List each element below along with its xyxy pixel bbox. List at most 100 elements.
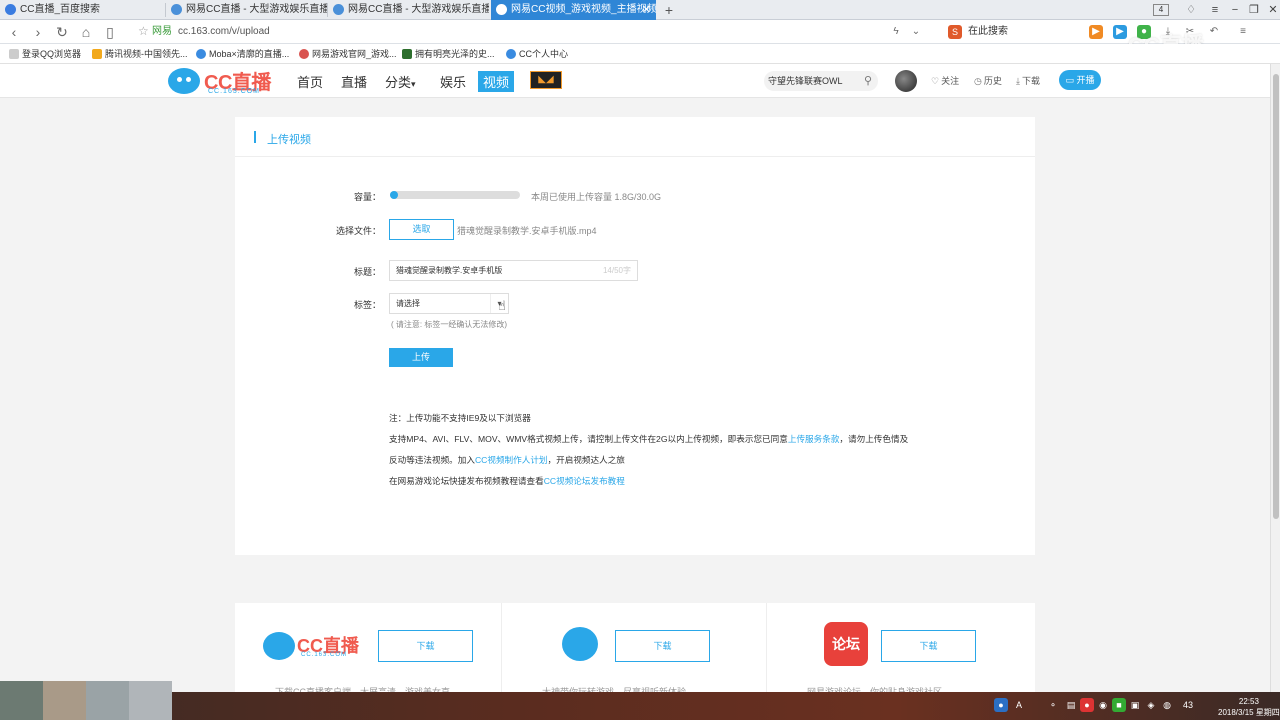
tray-icon[interactable]: ◍ — [1160, 698, 1174, 712]
dropdown-chevron-icon[interactable]: ⌄ — [906, 20, 926, 44]
volume-indicator[interactable]: 43 — [1178, 698, 1198, 712]
search-icon[interactable]: ⚲ — [864, 71, 872, 91]
tray-icon[interactable]: ◈ — [1144, 698, 1158, 712]
skin-icon[interactable]: ♢ — [1180, 0, 1202, 20]
logo-sub: CC.163.COM — [208, 88, 261, 95]
taskbar-thumbnails[interactable] — [0, 681, 172, 720]
tag-note: ( 请注意: 标签一经确认无法修改) — [391, 320, 507, 329]
page-icon — [402, 49, 412, 59]
note-text: 支持MP4、AVI、FLV、MOV、WMV格式视频上传，请控制上传文件在2G以内… — [389, 434, 788, 444]
scrollbar-thumb[interactable] — [1273, 74, 1279, 519]
back-icon[interactable]: ‹ — [4, 20, 24, 44]
play-icon[interactable]: ▶ — [1113, 25, 1127, 39]
tab-count-badge[interactable]: 4 — [1153, 4, 1169, 16]
thumbnail-tile[interactable] — [0, 681, 43, 720]
history-link[interactable]: ◷ 历史 — [974, 74, 1002, 87]
menu-icon[interactable]: ≡ — [1204, 0, 1226, 20]
creator-plan-link[interactable]: CC视频制作人计划 — [475, 455, 548, 465]
tag-select[interactable]: 请选择 ▾ — [389, 293, 509, 314]
pick-file-button[interactable]: 选取 — [389, 219, 454, 240]
upload-button[interactable]: 上传 — [389, 348, 453, 367]
clock-date: 2018/3/15 星期四 — [1218, 708, 1280, 717]
heart-icon: ♡ — [931, 76, 940, 86]
page-scrollbar[interactable] — [1270, 64, 1280, 692]
bookmark-item[interactable]: 网易游戏官网_游戏... — [298, 44, 397, 64]
follow-link[interactable]: ♡ 关注 — [931, 74, 959, 87]
bookmark-item[interactable]: Moba×清廓的直播... — [195, 44, 289, 64]
bookmark-item[interactable]: 拥有明亮光泽的史... — [401, 44, 495, 64]
tab-cc-home-1[interactable]: 网易CC直播 - 大型游戏娱乐直播平台 — [166, 0, 327, 20]
nav-video[interactable]: 视频 — [478, 71, 515, 92]
capacity-progress-fill — [390, 191, 398, 199]
bookmark-item[interactable]: CC个人中心 — [505, 44, 568, 64]
video-icon[interactable]: ▶ — [1089, 25, 1103, 39]
cc-mascot-icon — [562, 627, 598, 661]
forum-tutorial-link[interactable]: CC视频论坛发布教程 — [544, 476, 625, 486]
note-line: 反动等违法视频。加入CC视频制作人计划，开启视频达人之旅 — [389, 454, 625, 466]
start-live-button[interactable]: ▭ 开播 — [1059, 70, 1101, 90]
note-text: ，请勿上传色情及 — [839, 434, 909, 444]
home-icon[interactable]: ⌂ — [76, 20, 96, 44]
cc-mascot-icon — [168, 68, 200, 94]
download-strip: CC直播 CC.163.COM 下载 下载CC直播客户端，大屏高清，游戏美女直 … — [235, 603, 1035, 697]
forward-icon[interactable]: › — [28, 20, 48, 44]
reader-icon[interactable]: ▯ — [100, 20, 120, 44]
note-line: 支持MP4、AVI、FLV、MOV、WMV格式视频上传，请控制上传文件在2G以内… — [389, 433, 908, 445]
download-forum-button[interactable]: 下载 — [881, 630, 976, 662]
overwatch-league-icon[interactable]: ◣◢ — [530, 71, 562, 89]
history-label: 历史 — [983, 76, 1002, 86]
taskbar-clock[interactable]: 22:53 2018/3/15 星期四 — [1218, 696, 1280, 718]
tray-icon[interactable]: ▣ — [1128, 698, 1142, 712]
tray-icon[interactable]: ● — [1080, 698, 1094, 712]
tray-icon[interactable]: ⚬ — [1046, 698, 1060, 712]
network-icon[interactable]: ● — [994, 698, 1008, 712]
bookmark-label: Moba×清廓的直播... — [209, 49, 290, 59]
thumbnail-tile[interactable] — [86, 681, 129, 720]
capacity-progress-bar — [390, 191, 520, 199]
browser-search-box[interactable]: S 在此搜索 — [946, 23, 1066, 41]
tab-favicon-icon — [5, 4, 16, 15]
tab-baidu[interactable]: CC直播_百度搜索 — [0, 0, 165, 20]
title-input[interactable]: 猎魂觉醒录制教学.安卓手机版 14/50字 — [389, 260, 638, 281]
page-title: 上传视频 — [267, 134, 311, 146]
bookmark-item[interactable]: 腾讯视频-中国领先... — [91, 44, 188, 64]
tab-cc-home-2[interactable]: 网易CC直播 - 大型游戏娱乐直播平台 — [328, 0, 489, 20]
search-placeholder: 在此搜索 — [968, 26, 1008, 37]
tab-favicon-icon — [496, 4, 507, 15]
note-text: 反动等违法视频。加入 — [389, 455, 475, 465]
url-field[interactable]: 网易 cc.163.com/v/upload — [140, 20, 270, 44]
tab-cc-video-active[interactable]: 网易CC视频_游戏视频_主播视频_美: ✕ — [491, 0, 656, 20]
tray-icon[interactable]: ◉ — [1096, 698, 1110, 712]
thumbnail-tile[interactable] — [43, 681, 86, 720]
tray-icon[interactable]: ■ — [1112, 698, 1126, 712]
download-link[interactable]: ⤓ 下载 — [1016, 74, 1040, 87]
nav-home[interactable]: 首页 — [297, 72, 323, 91]
thumbnail-tile[interactable] — [129, 681, 172, 720]
tab-title: 网易CC直播 - 大型游戏娱乐直播平台 — [186, 4, 327, 15]
download-client-button[interactable]: 下载 — [378, 630, 473, 662]
address-bar: ‹ › ↻ ⌂ ▯ ☆ 网易 cc.163.com/v/upload ϟ ⌄ S … — [0, 20, 1280, 44]
cc-logo[interactable]: CC直播 CC.163.COM — [168, 66, 276, 96]
avatar[interactable] — [895, 70, 917, 92]
tab-close-icon[interactable]: ✕ — [642, 0, 651, 20]
nav-category[interactable]: 分类▾ — [385, 72, 416, 91]
download-mobile-button[interactable]: 下载 — [615, 630, 710, 662]
new-tab-button[interactable]: + — [662, 0, 676, 20]
close-window-icon[interactable]: ✕ — [1262, 0, 1280, 20]
lightning-icon[interactable]: ϟ — [886, 20, 906, 44]
cc-icon — [506, 49, 516, 59]
site-search-value: 守望先锋联赛OWL — [768, 76, 843, 86]
nav-live[interactable]: 直播 — [341, 72, 367, 91]
undo-icon[interactable]: ↶ — [1207, 25, 1221, 39]
bookmark-item[interactable]: 登录QQ浏览器 — [8, 44, 81, 64]
ime-indicator[interactable]: A — [1012, 698, 1026, 712]
tab-favicon-icon — [333, 4, 344, 15]
netease-icon — [299, 49, 309, 59]
bookmark-label: CC个人中心 — [519, 49, 568, 59]
terms-link[interactable]: 上传服务条款 — [788, 434, 840, 444]
nav-entertainment[interactable]: 娱乐 — [440, 72, 466, 91]
site-search-input[interactable]: 守望先锋联赛OWL ⚲ — [764, 71, 878, 91]
refresh-icon[interactable]: ↻ — [52, 20, 72, 44]
more-icon[interactable]: ≡ — [1236, 25, 1250, 39]
tray-icon[interactable]: ▤ — [1064, 698, 1078, 712]
